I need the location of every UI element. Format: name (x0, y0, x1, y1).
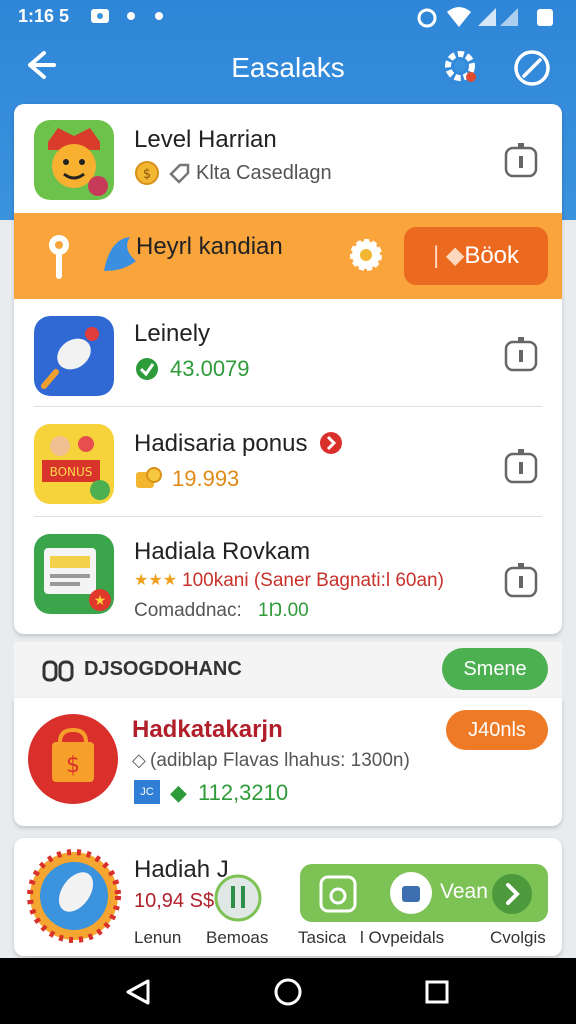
list-item-value: 19.993 (172, 466, 240, 491)
compass-icon[interactable] (512, 48, 552, 88)
rocket-badge-icon (27, 849, 121, 943)
battery-outline-icon[interactable] (504, 448, 538, 484)
bonus-game-icon: BONUS (34, 424, 114, 504)
list-item[interactable]: BONUS Hadisaria ponus 19.993 (14, 408, 560, 518)
back-nav-icon[interactable] (124, 978, 152, 1006)
dot-icon (155, 12, 163, 20)
news-app-icon: ★ (34, 534, 114, 614)
list-item-subtitle: Klta Casedlagn (196, 162, 332, 184)
hot-badge-icon (320, 432, 342, 454)
bottom-label-1[interactable]: Bemoas (206, 928, 268, 948)
list-item[interactable]: ★ Hadiala Rovkam ★★★ 100kani (Saner Bagn… (14, 518, 560, 634)
list-item-value: 43.0079 (170, 356, 250, 381)
section-title: DJSOGDOHANC (84, 658, 242, 680)
list-item[interactable]: Leinely 43.0079 (14, 300, 560, 408)
svg-text:$: $ (66, 753, 80, 778)
tag-icon: ◇ (132, 750, 146, 770)
system-nav-bar (0, 958, 576, 1024)
bottom-label-0[interactable]: Lenun (134, 928, 181, 948)
rating-stars: ★★★ (134, 572, 178, 589)
chevron-right-icon[interactable] (490, 872, 534, 916)
svg-text:$: $ (143, 167, 151, 182)
recents-nav-icon[interactable] (424, 979, 450, 1005)
photo-frame-icon[interactable] (318, 874, 358, 914)
plug-icon[interactable] (214, 874, 262, 922)
gallery-icon (91, 9, 109, 23)
list-item-meta-label: Comaddnac: (134, 600, 242, 621)
divider-mark: | ◆ (432, 242, 465, 269)
list-item-meta-value: 1Ŋ.00 (258, 600, 309, 621)
svg-text:★: ★ (94, 593, 107, 609)
bird-icon (104, 237, 136, 271)
wifi-icon (447, 7, 471, 27)
promo-banner[interactable]: Heyrl kandian | ◆Böok (14, 213, 562, 299)
app-list-card: Level Harrian $ Klta Casedlagn Leinely 4… (14, 104, 562, 634)
gift-bag-icon: $ (28, 714, 118, 804)
key-icon (49, 235, 69, 279)
battery-outline-icon[interactable] (504, 336, 538, 372)
list-item-title: Hadisaria ponus (134, 430, 308, 457)
battery-icon (537, 9, 553, 26)
coin-icon: $ (135, 161, 159, 185)
action-bar-label: Vean (440, 880, 488, 903)
signal-icon (500, 8, 518, 26)
green-badge-icon (136, 358, 158, 380)
alarm-icon (417, 8, 437, 28)
battery-outline-icon[interactable] (504, 142, 538, 178)
bottom-label-3[interactable]: l Ovpeidals (360, 928, 444, 948)
gear-icon[interactable] (440, 46, 480, 86)
tag-icon (169, 163, 190, 184)
app-bar: Easalaks (0, 34, 576, 100)
featured-subtitle: (adiblap Flavas lhahus: 1300n) (150, 750, 410, 771)
featured-card[interactable]: $ Hadkatakarjn J40nls ◇ (adiblap Flavas … (14, 698, 562, 826)
list-item-title: Hadiala Rovkam (134, 538, 311, 565)
qr-icon-text: JC (140, 786, 154, 798)
action-bar[interactable]: Vean (300, 864, 548, 922)
list-item[interactable]: Level Harrian $ Klta Casedlagn (14, 104, 560, 214)
bottom-value: 10,94 S$ (134, 890, 215, 912)
qr-icon: JC (134, 780, 160, 804)
featured-value: 112,3210 (198, 780, 289, 805)
svg-text:BONUS: BONUS (50, 465, 93, 479)
section-header: DJSOGDOHANC Smene (14, 642, 562, 698)
list-item-title: Leinely (134, 320, 211, 347)
rocket-app-icon (34, 316, 114, 396)
bottom-label-2[interactable]: Tasica (298, 928, 346, 948)
list-item-subtitle: 100kani (Saner Bagnati:l 60an) (182, 570, 444, 591)
signal-icon (478, 8, 496, 26)
page-title: Easalaks (231, 52, 345, 83)
home-nav-icon[interactable] (273, 977, 303, 1007)
see-more-button[interactable]: Smene (442, 648, 548, 690)
portfolio-icon[interactable] (388, 870, 434, 916)
divider (34, 516, 542, 517)
status-time: 1:16 5 (18, 6, 70, 26)
book-button[interactable]: | ◆Böok (404, 227, 548, 285)
dot-icon (127, 12, 135, 20)
game-character-icon (34, 120, 114, 200)
list-item-title: Level Harrian (134, 126, 277, 153)
coins-icon (136, 467, 162, 488)
divider (34, 406, 542, 407)
bottom-label-4[interactable]: Cvolgis (490, 928, 546, 948)
status-bar: 1:16 5 (0, 0, 576, 34)
featured-badge[interactable]: J40nls (446, 710, 548, 750)
featured-title: Hadkatakarjn (132, 716, 283, 743)
diamond-icon: ◆ (170, 780, 187, 805)
binoculars-icon (42, 660, 74, 682)
flower-icon (350, 239, 382, 271)
promo-title: Heyrl kandian (136, 233, 283, 260)
battery-outline-icon[interactable] (504, 562, 538, 598)
book-label: Böok (464, 242, 520, 269)
